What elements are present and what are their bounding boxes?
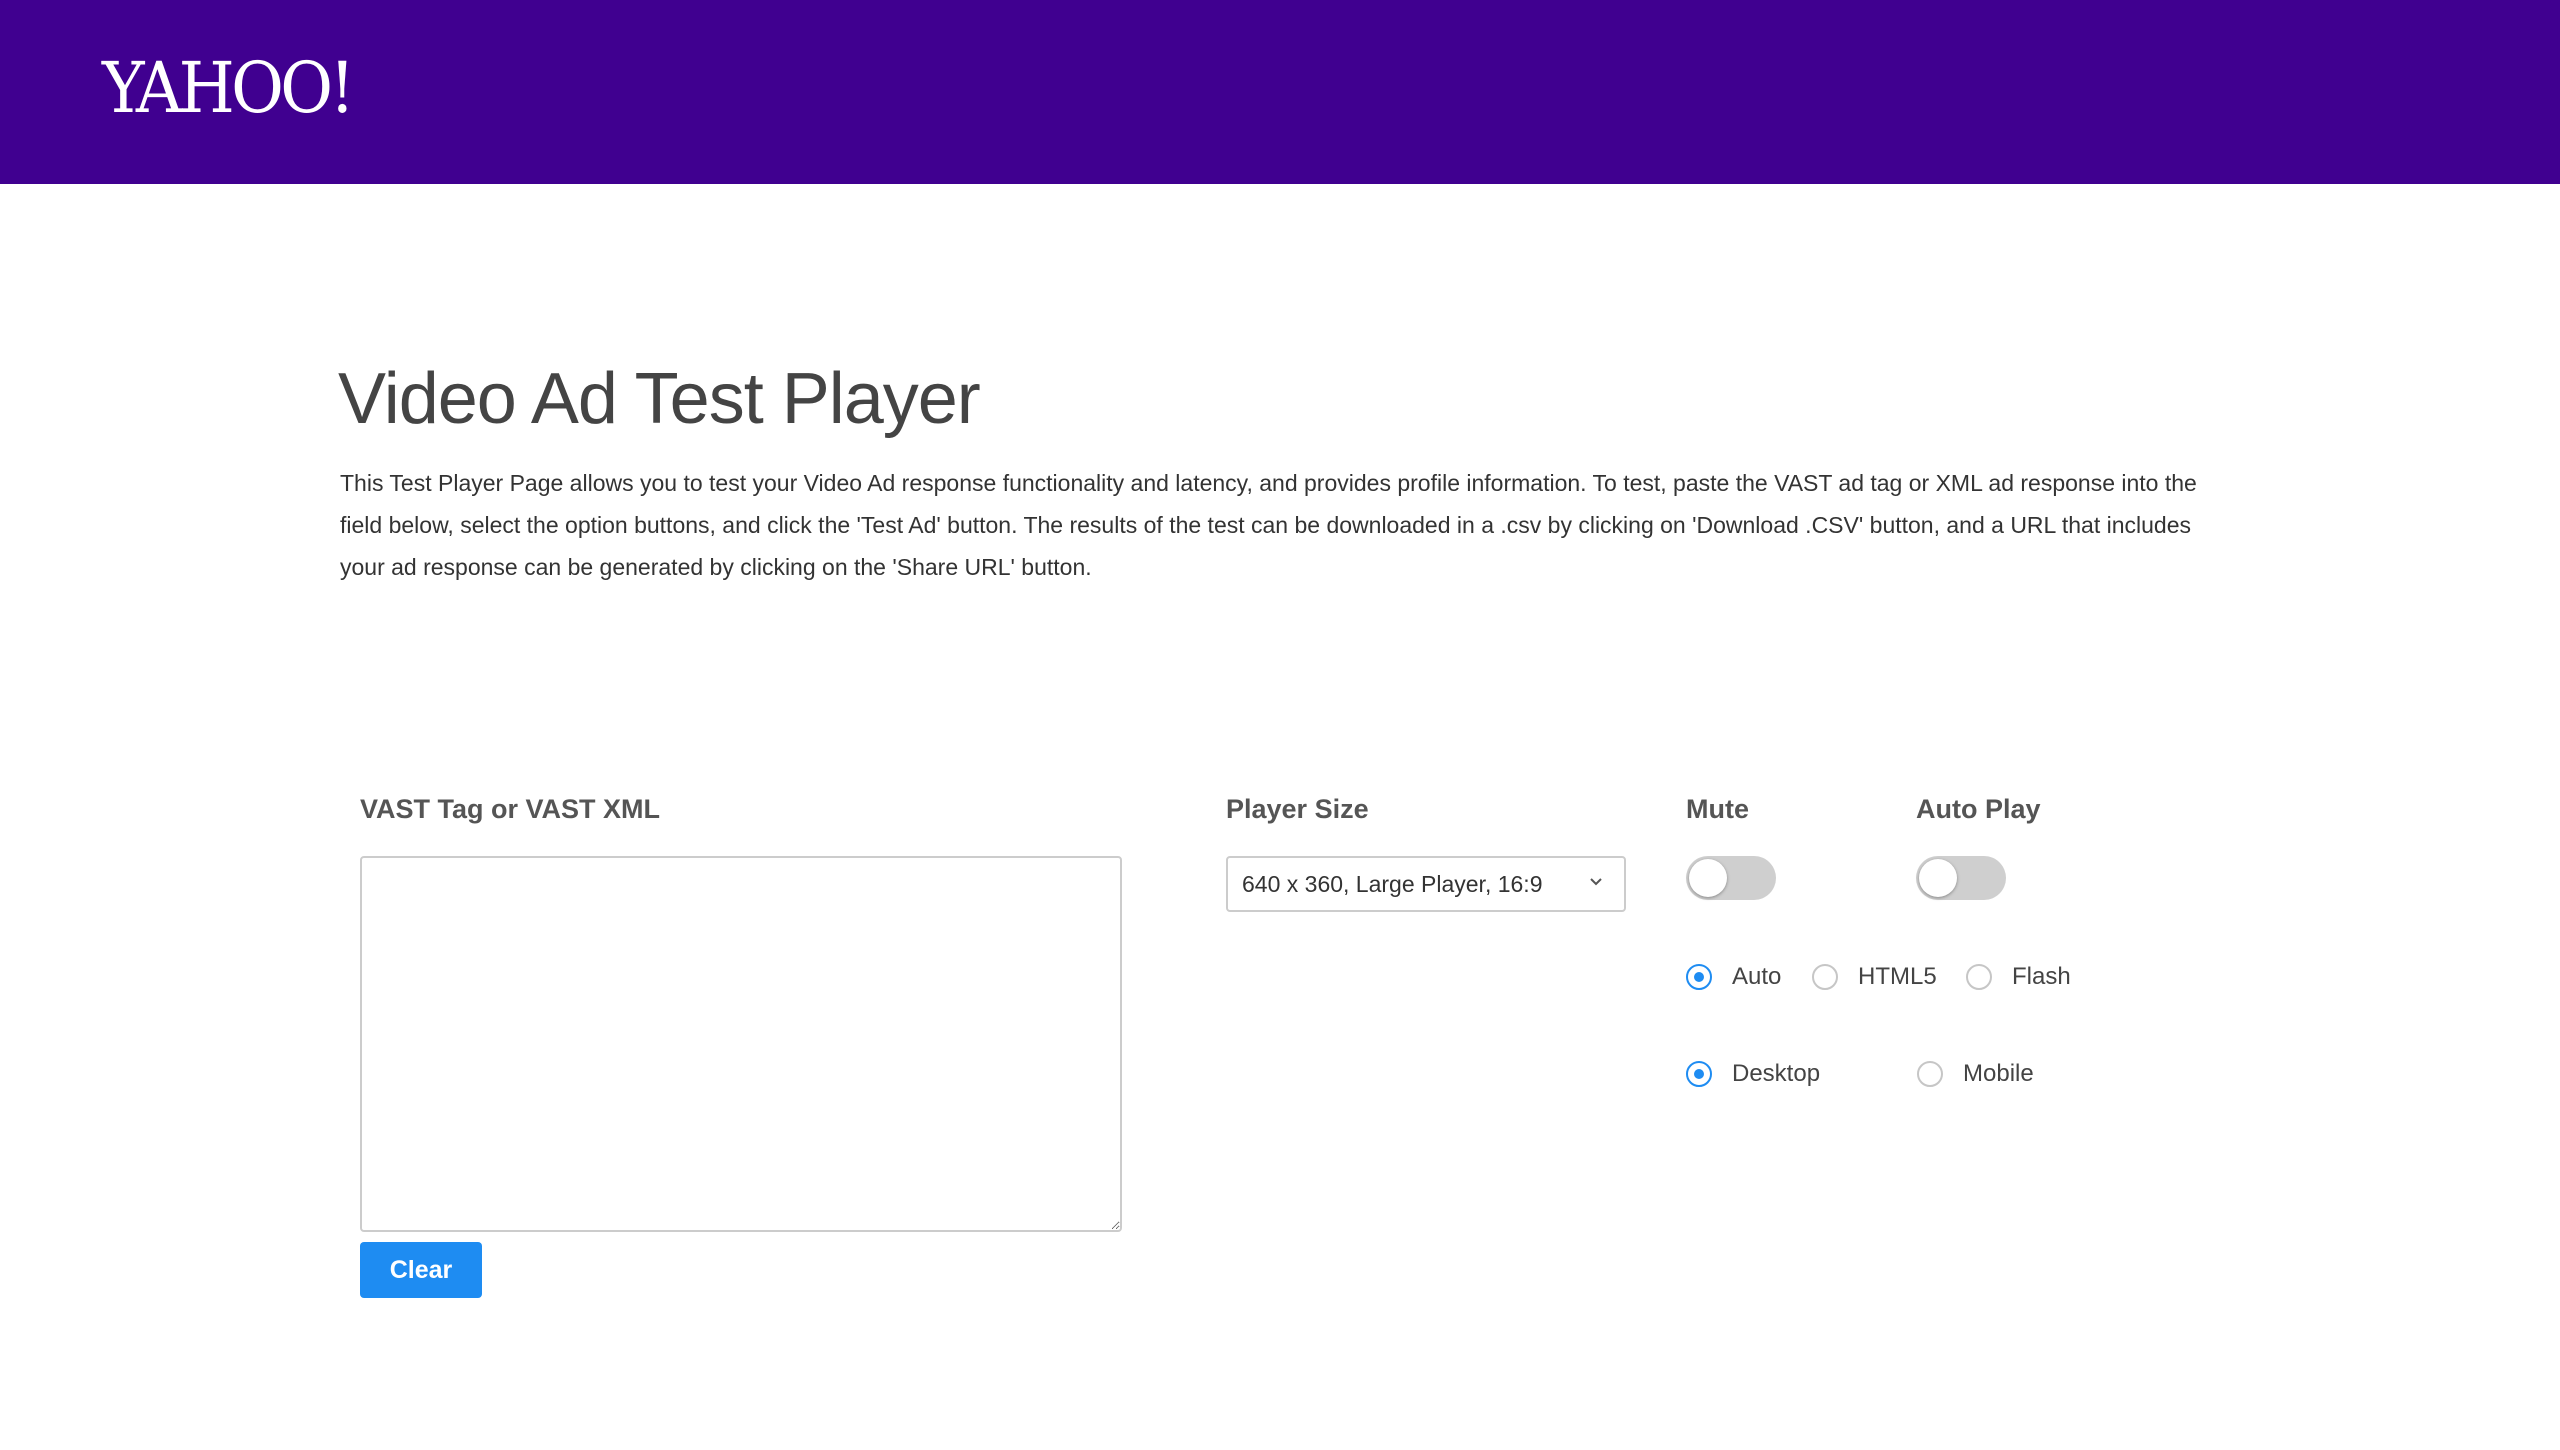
autoplay-toggle[interactable] <box>1916 856 2006 900</box>
radio-desktop[interactable]: Desktop <box>1686 1060 1820 1088</box>
page-description: This Test Player Page allows you to test… <box>340 470 2197 580</box>
player-size-value: 640 x 360, Large Player, 16:9 <box>1242 870 1543 897</box>
player-size-select[interactable]: 640 x 360, Large Player, 16:9 <box>1226 856 1626 912</box>
vast-label: VAST Tag or VAST XML <box>360 794 661 824</box>
mute-label: Mute <box>1686 794 1749 824</box>
autoplay-toggle-knob <box>1919 859 1957 897</box>
radio-html5-label: HTML5 <box>1858 963 1937 990</box>
radio-flash-label: Flash <box>2012 963 2071 990</box>
radio-html5[interactable]: HTML5 <box>1812 963 1937 991</box>
radio-mobile-button[interactable] <box>1917 1061 1943 1087</box>
player-size-label: Player Size <box>1226 794 1369 824</box>
radio-desktop-label: Desktop <box>1732 1060 1821 1087</box>
radio-auto[interactable]: Auto <box>1686 963 1781 991</box>
radio-mobile[interactable]: Mobile <box>1917 1060 2034 1088</box>
autoplay-label: Auto Play <box>1916 794 2041 824</box>
radio-desktop-button[interactable] <box>1686 1061 1712 1087</box>
chevron-down-icon <box>1590 878 1602 886</box>
radio-auto-label: Auto <box>1732 963 1782 990</box>
radio-html5-button[interactable] <box>1812 964 1838 990</box>
radio-auto-button[interactable] <box>1686 964 1712 990</box>
yahoo-logo[interactable]: YAHOO! <box>102 48 355 128</box>
mute-toggle[interactable] <box>1686 856 1776 900</box>
header-bar: YAHOO! <box>0 0 2560 184</box>
mute-toggle-knob <box>1689 859 1727 897</box>
page-title: Video Ad Test Player <box>338 359 981 439</box>
radio-flash[interactable]: Flash <box>1966 963 2071 991</box>
radio-flash-button[interactable] <box>1966 964 1992 990</box>
clear-button[interactable]: Clear <box>360 1242 482 1298</box>
vast-input[interactable] <box>360 856 1122 1232</box>
radio-mobile-label: Mobile <box>1963 1060 2034 1087</box>
